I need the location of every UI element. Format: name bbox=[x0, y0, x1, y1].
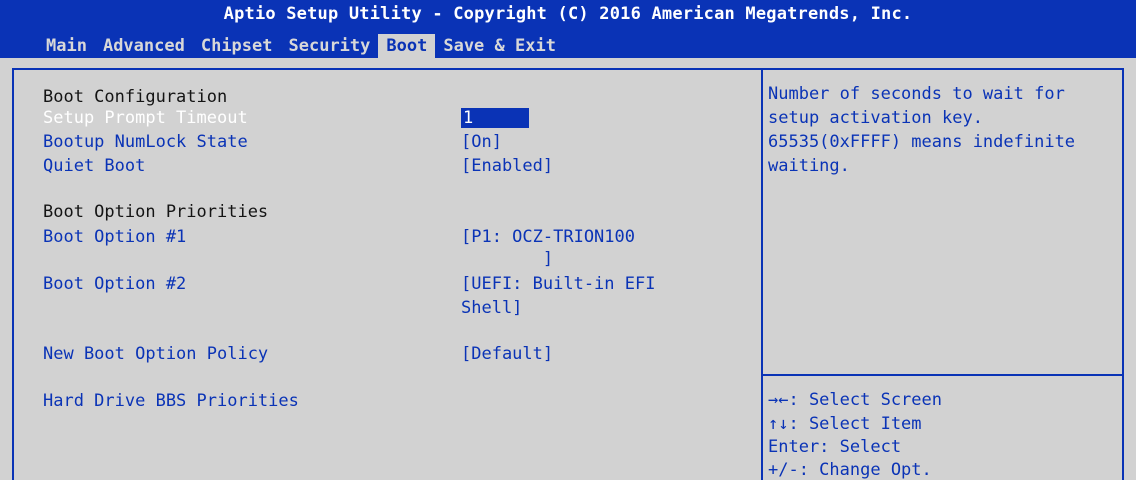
key-hint-select-item: ↑↓: Select Item bbox=[768, 414, 922, 434]
bootup-numlock-state-label[interactable]: Bootup NumLock State bbox=[43, 130, 248, 154]
help-text-line: Number of seconds to wait for bbox=[768, 84, 1065, 104]
tab-boot[interactable]: Boot bbox=[378, 34, 436, 58]
help-text-line: setup activation key. bbox=[768, 108, 983, 128]
quiet-boot-value[interactable]: [Enabled] bbox=[461, 154, 553, 178]
bootup-numlock-state-value[interactable]: [On] bbox=[461, 130, 502, 154]
tab-main[interactable]: Main bbox=[38, 34, 95, 58]
app-title: Aptio Setup Utility - Copyright (C) 2016… bbox=[223, 4, 913, 24]
quiet-boot-label[interactable]: Quiet Boot bbox=[43, 154, 145, 178]
help-text-line: 65535(0xFFFF) means indefinite bbox=[768, 132, 1076, 152]
boot-option-1-value-line1[interactable]: [P1: OCZ-TRION100 bbox=[461, 225, 635, 249]
setup-prompt-timeout-label[interactable]: Setup Prompt Timeout bbox=[43, 106, 248, 130]
tab-save-exit[interactable]: Save & Exit bbox=[435, 34, 564, 58]
boot-option-2-value-line1[interactable]: [UEFI: Built-in EFI bbox=[461, 272, 655, 296]
tab-security[interactable]: Security bbox=[281, 34, 379, 58]
top-menu: Main Advanced Chipset Security Boot Save… bbox=[38, 34, 564, 58]
boot-option-1-label[interactable]: Boot Option #1 bbox=[43, 225, 186, 249]
new-boot-option-policy-label[interactable]: New Boot Option Policy bbox=[43, 342, 268, 366]
boot-option-priorities-heading: Boot Option Priorities bbox=[43, 202, 269, 222]
tab-advanced[interactable]: Advanced bbox=[95, 34, 193, 58]
key-hint-change-opt: +/-: Change Opt. bbox=[768, 460, 932, 480]
boot-option-1-value-line2[interactable]: ] bbox=[461, 247, 553, 271]
help-panel-divider bbox=[761, 68, 763, 480]
title-bar: Aptio Setup Utility - Copyright (C) 2016… bbox=[0, 0, 1136, 58]
hard-drive-bbs-priorities-link[interactable]: Hard Drive BBS Priorities bbox=[43, 389, 299, 413]
boot-option-2-label[interactable]: Boot Option #2 bbox=[43, 272, 186, 296]
setup-prompt-timeout-value[interactable]: 1 bbox=[461, 108, 529, 128]
bios-setup-screen: Aptio Setup Utility - Copyright (C) 2016… bbox=[0, 0, 1136, 480]
key-hint-enter-select: Enter: Select bbox=[768, 437, 902, 457]
tab-chipset[interactable]: Chipset bbox=[193, 34, 281, 58]
new-boot-option-policy-value[interactable]: [Default] bbox=[461, 342, 553, 366]
help-text-line: waiting. bbox=[768, 156, 850, 176]
boot-option-2-value-line2[interactable]: Shell] bbox=[461, 296, 522, 320]
keys-panel-divider bbox=[763, 374, 1124, 376]
key-hint-select-screen: →←: Select Screen bbox=[768, 390, 942, 410]
